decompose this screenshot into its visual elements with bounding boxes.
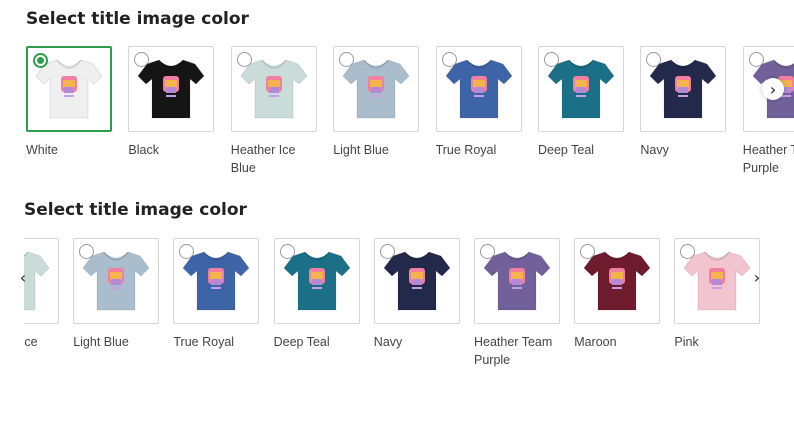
color-label: Deep Teal — [273, 335, 330, 349]
color-option[interactable]: Black — [128, 46, 216, 159]
color-label: Heather Team Purple — [742, 143, 794, 175]
swatch-card[interactable] — [574, 238, 661, 324]
chevron-right-icon[interactable]: › — [762, 78, 784, 100]
color-option[interactable]: Heather Team Purple — [474, 238, 562, 369]
color-option[interactable]: Light Blue — [73, 238, 161, 351]
color-label: Pink — [674, 335, 699, 349]
color-option[interactable]: True Royal — [173, 238, 261, 351]
swatch-track: White Black Heather Ice Blue Light Blue True… — [0, 46, 794, 186]
color-label: Deep Teal — [538, 143, 595, 157]
chevron-left-icon[interactable]: ‹ — [12, 266, 34, 288]
color-label: Heather Ice Blue — [24, 335, 38, 349]
tshirt-image — [283, 251, 351, 311]
color-label: Light Blue — [333, 143, 389, 157]
radio-button[interactable] — [33, 53, 48, 68]
swatch-card[interactable] — [173, 238, 260, 324]
color-option[interactable]: Navy — [373, 238, 462, 351]
radio-button[interactable] — [480, 244, 495, 259]
color-option[interactable]: Heather Team Purple — [742, 46, 794, 177]
color-label: Maroon — [574, 335, 617, 349]
swatch-card[interactable] — [373, 238, 460, 324]
color-label: Black — [128, 143, 159, 157]
tshirt-image — [342, 59, 410, 119]
color-option[interactable]: True Royal — [435, 46, 524, 159]
tshirt-image — [240, 59, 308, 119]
tshirt-image — [547, 59, 615, 119]
swatch-carousel: White Black Heather Ice Blue Light Blue True… — [0, 46, 794, 186]
tshirt-image — [683, 251, 751, 311]
color-label: True Royal — [173, 335, 235, 349]
swatch-card[interactable] — [640, 46, 727, 132]
color-label: Light Blue — [73, 335, 129, 349]
swatch-card[interactable] — [128, 46, 215, 132]
color-option[interactable]: Heather Ice Blue — [24, 238, 61, 369]
color-label: Heather Team Purple — [474, 335, 553, 367]
swatch-card[interactable] — [435, 46, 522, 132]
tshirt-image — [383, 251, 451, 311]
color-option[interactable]: Navy — [640, 46, 728, 159]
radio-button[interactable] — [441, 52, 457, 67]
tshirt-image — [137, 59, 205, 119]
color-option[interactable]: White — [26, 46, 114, 159]
swatch-card[interactable] — [273, 238, 360, 324]
swatch-card[interactable] — [538, 46, 624, 132]
tshirt-image — [445, 59, 513, 119]
tshirt-image — [82, 251, 150, 311]
swatch-track: Heather Ice Blue Light Blue True Royal Deep… — [24, 238, 760, 374]
section-heading: Select title image color — [24, 200, 247, 220]
color-picker-section-1: Select title image color White Black Heath… — [0, 0, 794, 190]
color-label: True Royal — [435, 143, 497, 157]
swatch-card[interactable] — [333, 46, 420, 132]
color-label: Navy — [640, 143, 669, 157]
radio-button[interactable] — [544, 52, 559, 67]
tshirt-image — [182, 251, 250, 311]
color-label: Navy — [373, 335, 403, 349]
color-option[interactable]: Deep Teal — [538, 46, 626, 159]
color-option[interactable]: Maroon — [574, 238, 662, 351]
swatch-card[interactable] — [474, 238, 560, 324]
section-heading: Select title image color — [26, 9, 249, 29]
radio-button[interactable] — [748, 52, 764, 67]
tshirt-image — [483, 251, 551, 311]
color-option[interactable]: Light Blue — [333, 46, 421, 159]
swatch-card[interactable] — [26, 46, 112, 132]
radio-button[interactable] — [236, 52, 252, 67]
color-picker-section-2: Select title image color Heather Ice Blu… — [0, 192, 794, 392]
swatch-card[interactable] — [230, 46, 317, 132]
color-option[interactable]: Pink — [674, 238, 760, 351]
chevron-right-icon[interactable]: › — [746, 266, 768, 288]
tshirt-image — [583, 251, 651, 311]
color-option[interactable]: Deep Teal — [273, 238, 362, 351]
color-option[interactable]: Heather Ice Blue — [230, 46, 319, 177]
color-label: Heather Ice Blue — [230, 143, 296, 175]
swatch-card[interactable] — [73, 238, 160, 324]
tshirt-image — [649, 59, 717, 119]
radio-button[interactable] — [379, 244, 395, 259]
radio-button[interactable] — [279, 244, 295, 259]
color-label: White — [26, 143, 58, 157]
swatch-carousel: Heather Ice Blue Light Blue True Royal Deep… — [24, 238, 760, 374]
